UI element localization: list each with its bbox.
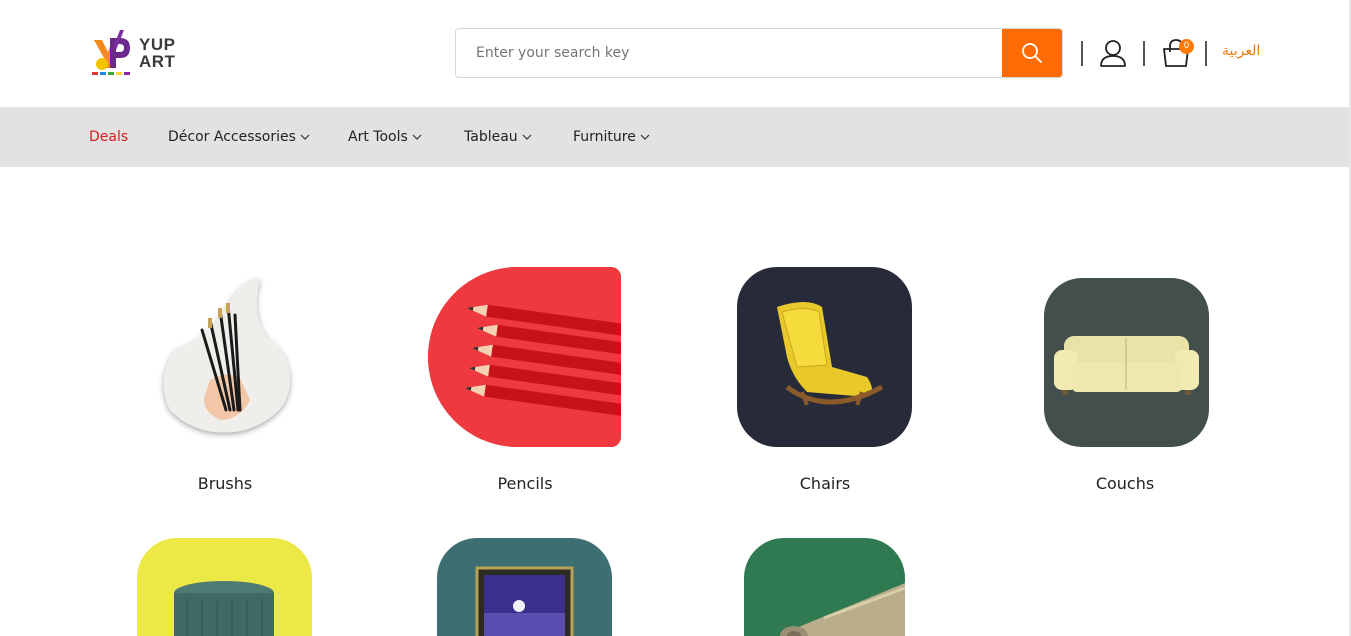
logo-text: YUP ART	[139, 36, 175, 70]
user-account-icon[interactable]	[1099, 38, 1127, 68]
category-image-chairs[interactable]	[737, 267, 912, 447]
site-header: YUP ART 0 العربية	[0, 0, 1351, 107]
nav-item-label: Art Tools	[348, 129, 408, 145]
category-image-stool[interactable]	[137, 538, 312, 636]
chevron-down-icon	[300, 134, 310, 140]
page: YUP ART 0 العربية	[0, 0, 1351, 636]
nav-item-art-tools[interactable]: Art Tools	[348, 107, 422, 167]
category-image-tableau[interactable]	[437, 538, 612, 636]
search-bar	[455, 28, 1063, 78]
chevron-down-icon	[640, 134, 650, 140]
chevron-down-icon	[522, 134, 532, 140]
site-logo[interactable]: YUP ART	[90, 27, 190, 79]
brushes-illustration	[163, 278, 290, 433]
category-image-pencils[interactable]	[428, 267, 621, 447]
category-label-couchs[interactable]: Couchs	[1025, 474, 1225, 493]
category-label-brushs[interactable]: Brushs	[125, 474, 325, 493]
logo-text-line2: ART	[139, 52, 176, 71]
nav-item-tableau[interactable]: Tableau	[464, 107, 532, 167]
nav-item-deals[interactable]: Deals	[89, 107, 128, 167]
nav-item-furniture[interactable]: Furniture	[573, 107, 650, 167]
category-image-brushes[interactable]	[150, 270, 300, 440]
tableau-illustration	[475, 566, 574, 636]
header-divider	[1143, 41, 1145, 66]
category-image-rugs[interactable]	[744, 538, 905, 636]
category-label-chairs[interactable]: Chairs	[725, 474, 925, 493]
category-label-pencils[interactable]: Pencils	[425, 474, 625, 493]
chevron-down-icon	[412, 134, 422, 140]
nav-item-label: Deals	[89, 129, 129, 145]
language-switch-link[interactable]: العربية	[1222, 43, 1260, 59]
header-divider	[1205, 41, 1207, 66]
couch-illustration	[1054, 336, 1199, 395]
nav-item-label: Décor Accessories	[168, 129, 296, 145]
chairs-illustration	[777, 302, 884, 406]
nav-item-label: Tableau	[464, 129, 518, 145]
nav-item-label: Furniture	[573, 129, 636, 145]
rug-illustration	[780, 583, 905, 636]
main-navigation: Deals Décor Accessories Art Tools Tablea…	[0, 107, 1351, 167]
stool-illustration	[174, 581, 274, 636]
logo-mark-icon	[92, 30, 130, 75]
pencils-illustration	[428, 267, 621, 447]
logo-text-line1: YUP	[139, 35, 176, 54]
search-icon	[1022, 43, 1042, 63]
search-button[interactable]	[1002, 29, 1062, 77]
header-divider	[1081, 41, 1083, 66]
cart-count-badge: 0	[1179, 39, 1194, 54]
search-input[interactable]	[456, 29, 1002, 77]
nav-item-decor-accessories[interactable]: Décor Accessories	[168, 107, 310, 167]
category-image-couchs[interactable]	[1044, 278, 1209, 447]
